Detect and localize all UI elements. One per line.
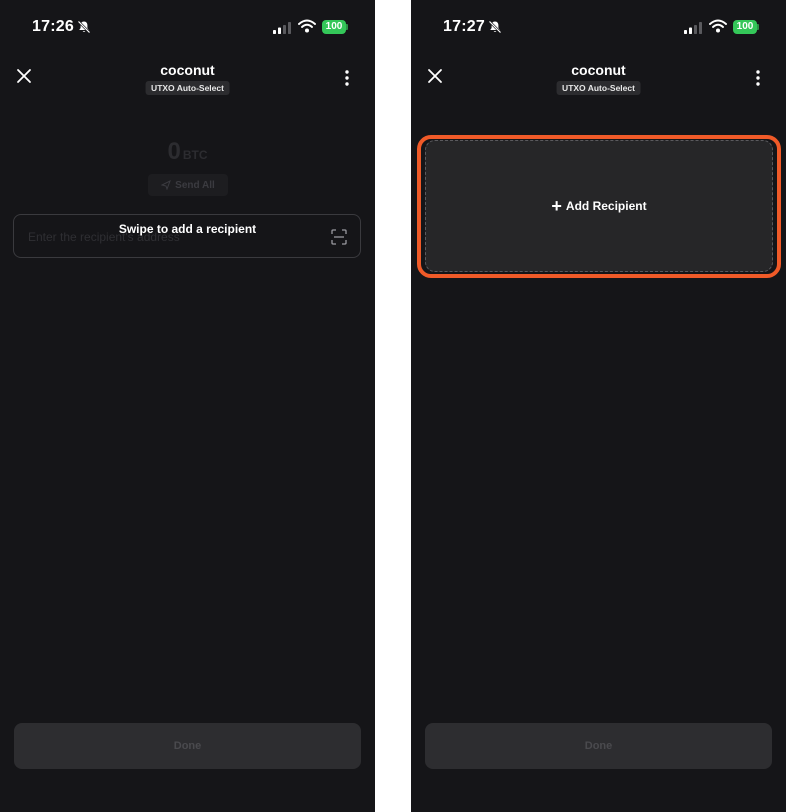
phone-screen-add-recipient: 17:27 100 coconut UTXO Auto-Select + Add… xyxy=(411,0,786,812)
status-time: 17:26 xyxy=(32,18,74,35)
signal-icon xyxy=(684,22,702,34)
bell-slash-icon xyxy=(488,20,502,34)
add-recipient-button[interactable]: + Add Recipient xyxy=(425,140,773,272)
status-time: 17:27 xyxy=(443,18,485,35)
done-button[interactable]: Done xyxy=(14,723,361,769)
battery-icon: 100 xyxy=(322,20,348,34)
send-all-button[interactable]: Send All xyxy=(148,174,228,196)
send-all-label: Send All xyxy=(175,179,215,191)
status-bar: 17:27 100 xyxy=(411,0,786,54)
wallet-title: coconut xyxy=(571,62,626,78)
battery-icon: 100 xyxy=(733,20,759,34)
recipient-address-field[interactable] xyxy=(13,214,361,258)
signal-icon xyxy=(273,22,291,34)
plus-icon: + xyxy=(551,196,562,216)
battery-level: 100 xyxy=(733,20,757,34)
send-icon xyxy=(161,180,172,190)
wifi-icon xyxy=(298,19,316,33)
add-recipient-label: Add Recipient xyxy=(565,199,647,213)
bell-slash-icon xyxy=(77,20,91,34)
phone-screen-send: 17:26 100 coconut UTXO Auto-Select 0 BTC… xyxy=(0,0,375,812)
more-vertical-icon[interactable] xyxy=(752,68,764,88)
done-button[interactable]: Done xyxy=(425,723,772,769)
wallet-title: coconut xyxy=(160,62,215,78)
swipe-hint-tooltip: Swipe to add a recipient xyxy=(118,222,257,236)
wifi-icon xyxy=(709,19,727,33)
utxo-mode-badge: UTXO Auto-Select xyxy=(556,81,641,95)
status-bar: 17:26 100 xyxy=(0,0,375,54)
amount-display[interactable]: 0 BTC xyxy=(0,138,375,166)
utxo-mode-badge: UTXO Auto-Select xyxy=(145,81,230,95)
battery-level: 100 xyxy=(322,20,346,34)
amount-unit: BTC xyxy=(182,148,208,162)
more-vertical-icon[interactable] xyxy=(341,68,353,88)
amount-value: 0 xyxy=(167,138,181,165)
